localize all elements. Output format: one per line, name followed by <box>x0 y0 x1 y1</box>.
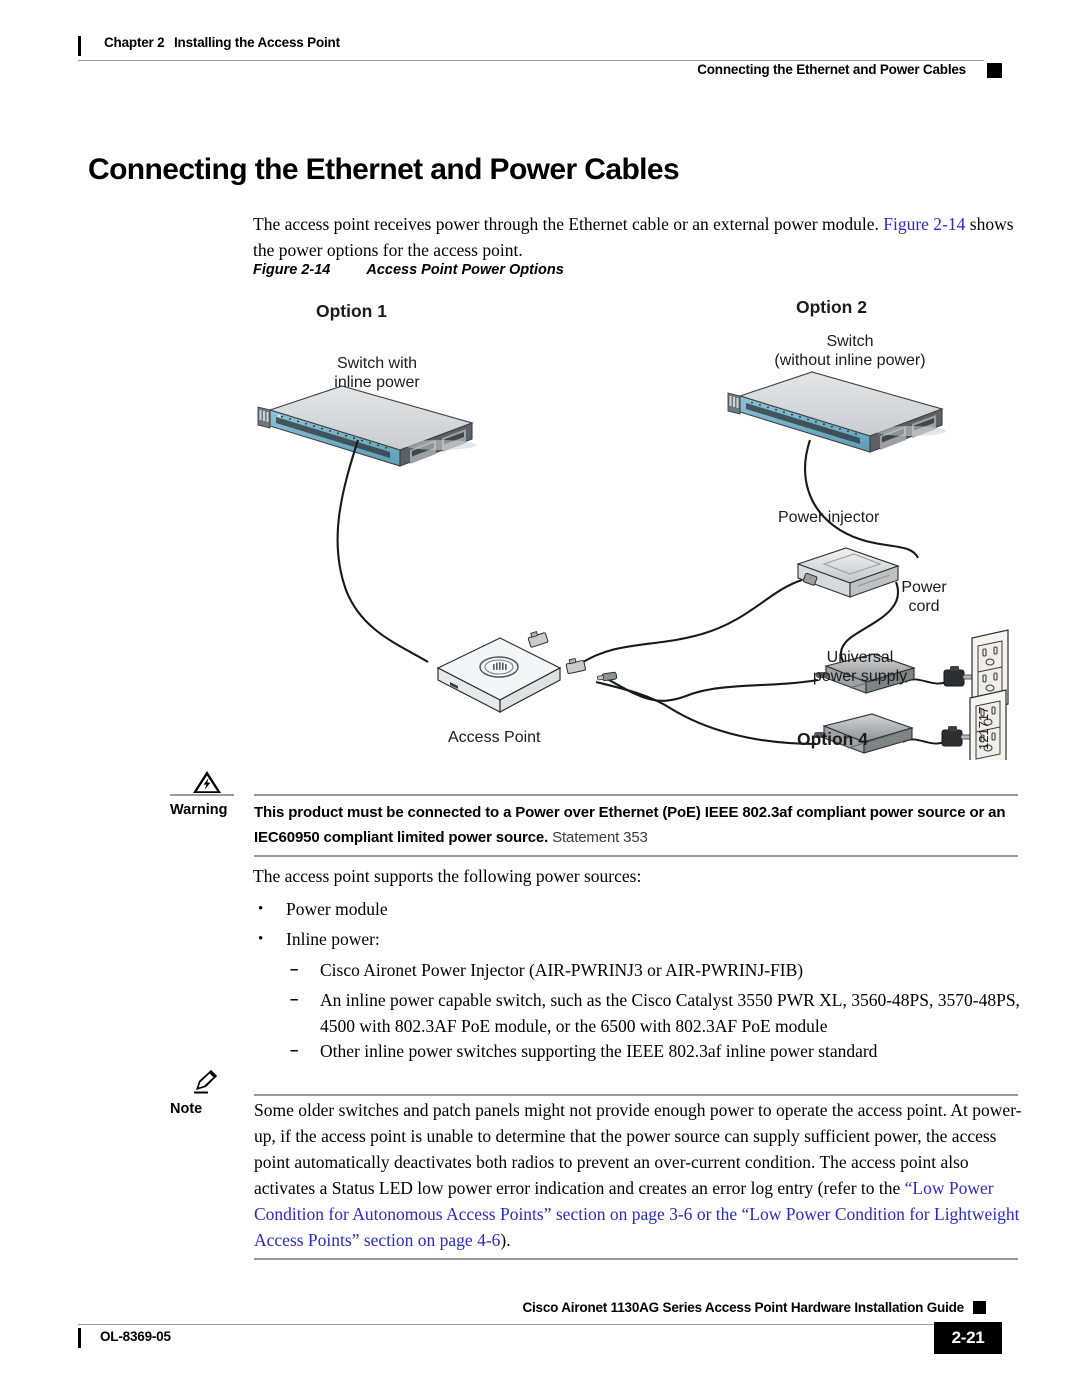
note-text: Some older switches and patch panels mig… <box>254 1097 1022 1253</box>
bullet-text: Power module <box>286 899 388 919</box>
footer-rule <box>78 1324 950 1325</box>
power-cord-plug-bottom <box>941 726 972 747</box>
figure-label-power-injector: Power injector <box>778 509 880 526</box>
figure-caption: Figure 2-14 Access Point Power Options <box>253 262 564 278</box>
power-sources-intro: The access point supports the following … <box>253 866 642 886</box>
page-footer: Cisco Aironet 1130AG Series Access Point… <box>78 1300 1002 1360</box>
header-chapter-title: Installing the Access Point <box>174 35 340 50</box>
footer-page-number: 2-21 <box>934 1322 1002 1354</box>
footer-document-id: OL-8369-05 <box>100 1329 171 1344</box>
pencil-icon <box>194 1070 217 1094</box>
warning-icon <box>193 771 221 793</box>
warning-text: This product must be connected to a Powe… <box>254 800 1020 850</box>
footer-square-marker <box>973 1301 986 1314</box>
figure-label-universal-power-supply: Universal power supply <box>812 649 908 685</box>
note-rule-bottom <box>254 1258 1018 1260</box>
header-left-tick <box>78 36 81 56</box>
figure-label-option-1: Option 1 <box>316 301 387 321</box>
figure-label-switch-with-inline-power: Switch with inline power <box>334 355 420 391</box>
note-label: Note <box>170 1101 203 1117</box>
footer-guide-title: Cisco Aironet 1130AG Series Access Point… <box>522 1300 964 1315</box>
bullet-marker: • <box>258 901 264 917</box>
figure-label-option-2: Option 2 <box>796 297 867 317</box>
header-section-title: Connecting the Ethernet and Power Cables <box>697 62 966 77</box>
footer-left-tick <box>78 1328 81 1348</box>
warning-label: Warning <box>170 802 228 818</box>
figure-caption-title: Access Point Power Options <box>366 262 564 278</box>
figure-access-point-power-options: Option 1 Option 2 Option 4 Switch with i… <box>250 290 1018 760</box>
dash-marker: – <box>290 961 299 978</box>
bullet-text: Inline power: <box>286 929 380 949</box>
note-text-middle: or the <box>692 1204 742 1224</box>
figure-label-access-point: Access Point <box>448 729 541 746</box>
warning-rule-left <box>170 794 234 796</box>
power-cord-plug-top <box>943 666 974 687</box>
dash-text: Other inline power switches supporting t… <box>320 1041 878 1061</box>
figure-graphic-id: 121717 <box>976 706 991 750</box>
bullet-marker: • <box>258 931 264 947</box>
intro-text-before: The access point receives power through … <box>253 213 884 234</box>
note-text-end: ). <box>500 1230 511 1250</box>
header-rule <box>78 60 984 61</box>
warning-rule-top <box>254 794 1018 796</box>
warning-rule-bottom <box>254 855 1018 857</box>
dash-text: An inline power capable switch, such as … <box>320 990 1020 1036</box>
note-rule-top <box>254 1094 1018 1096</box>
switch-with-inline-power-graphic <box>257 385 476 467</box>
header-chapter-number: Chapter 2 <box>104 35 165 50</box>
access-point-graphic <box>436 637 562 713</box>
page-header: Chapter 2 Installing the Access Point Co… <box>78 34 1002 82</box>
header-square-marker <box>987 63 1002 78</box>
switch-without-inline-power-graphic <box>727 371 946 453</box>
page-title: Connecting the Ethernet and Power Cables <box>88 153 680 187</box>
warning-statement-number: Statement 353 <box>548 829 648 846</box>
dash-text: Cisco Aironet Power Injector (AIR-PWRINJ… <box>320 960 804 980</box>
figure-label-switch-without-inline-power: Switch (without inline power) <box>774 333 926 369</box>
figure-label-option-4: Option 4 <box>797 729 868 749</box>
figure-cross-reference-link[interactable]: Figure 2-14 <box>883 214 965 234</box>
figure-caption-number: Figure 2-14 <box>253 262 331 278</box>
intro-paragraph: The access point receives power through … <box>253 211 1018 263</box>
dash-marker: – <box>290 991 299 1008</box>
cable-paths <box>336 439 977 746</box>
dash-marker: – <box>290 1042 299 1059</box>
figure-label-power-cord: Power cord <box>901 579 947 615</box>
